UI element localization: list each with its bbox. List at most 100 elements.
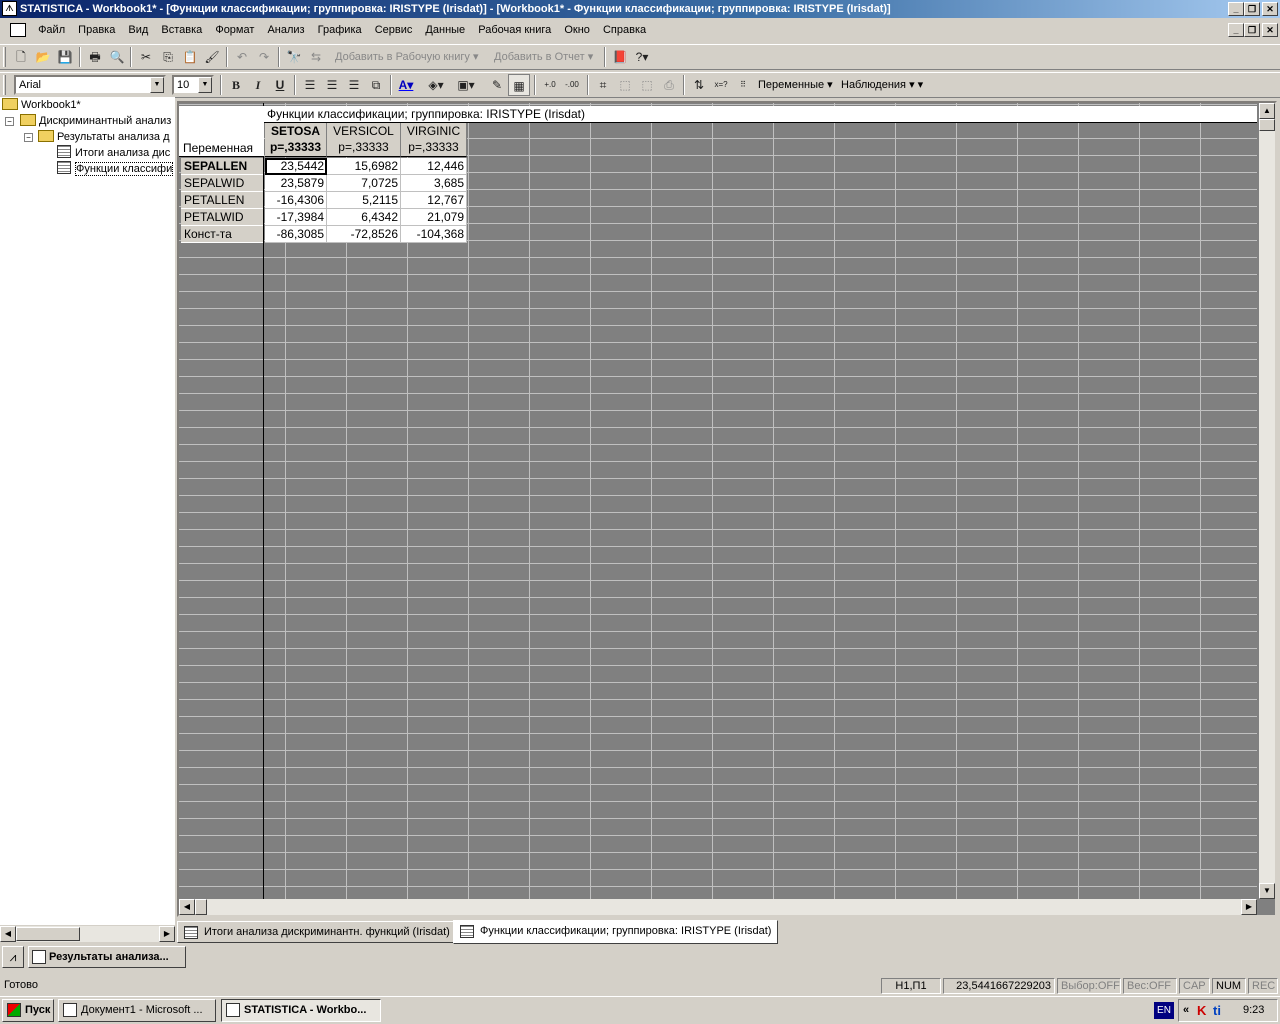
book-icon[interactable]: 📕	[609, 46, 631, 68]
table-cell[interactable]: 12,446	[401, 158, 467, 175]
underline-button[interactable]: U	[269, 74, 291, 96]
table-cell[interactable]: -16,4306	[265, 192, 327, 209]
scroll-left-icon[interactable]: ◀	[179, 899, 195, 915]
table-cell[interactable]: 15,6982	[327, 158, 401, 175]
table-cell[interactable]: 3,685	[401, 175, 467, 192]
italic-button[interactable]: I	[247, 74, 269, 96]
format-painter-icon[interactable]: 🖌	[201, 46, 223, 68]
align-left-icon[interactable]: ☰	[299, 74, 321, 96]
table-cell[interactable]: -104,368	[401, 226, 467, 243]
tree-item-classification[interactable]: Функции классифи	[57, 161, 174, 177]
task-statistica[interactable]: STATISTICA - Workbo...	[221, 999, 381, 1022]
row-header-petalwid[interactable]: PETALWID	[181, 209, 263, 226]
redo-icon[interactable]: ↷	[253, 46, 275, 68]
menu-insert[interactable]: Вставка	[156, 20, 207, 40]
marking-icon[interactable]: ✎	[486, 74, 508, 96]
collapse-icon[interactable]: −	[24, 133, 33, 142]
menu-window[interactable]: Окно	[559, 20, 595, 40]
toolbar-icon-b[interactable]: ⬚	[636, 74, 658, 96]
doc-close-button[interactable]: ✕	[1262, 23, 1278, 37]
align-right-icon[interactable]: ☰	[343, 74, 365, 96]
font-color-icon[interactable]: A▾	[395, 74, 417, 96]
vertical-scrollbar[interactable]: ▲ ▼	[1259, 103, 1275, 899]
merge-cells-icon[interactable]: ⧉	[365, 74, 387, 96]
align-center-icon[interactable]: ☰	[321, 74, 343, 96]
toolbar-icon-a[interactable]: ⬚	[614, 74, 636, 96]
print-preview-icon[interactable]: 🔍	[106, 46, 128, 68]
open-folder-icon[interactable]: 📂	[32, 46, 54, 68]
kaspersky-icon[interactable]: K	[1197, 1000, 1206, 1021]
tree-results[interactable]: Результаты анализа д	[38, 129, 170, 145]
decrease-decimal-icon[interactable]: -.00	[561, 74, 583, 96]
tab-classification[interactable]: Функции классификации; группировка: IRIS…	[453, 920, 779, 944]
table-cell[interactable]: 5,2115	[327, 192, 401, 209]
paste-icon[interactable]: 📋	[179, 46, 201, 68]
close-button[interactable]: ✕	[1262, 2, 1278, 16]
column-header-versicol[interactable]: VERSICOL p=,33333	[327, 123, 401, 157]
find-binoculars-icon[interactable]: 🔭	[283, 46, 305, 68]
tray-expand-icon[interactable]: «	[1183, 1000, 1189, 1021]
tree-item-summary[interactable]: Итоги анализа дис	[57, 145, 170, 161]
menu-data[interactable]: Данные	[420, 20, 470, 40]
spreadsheet-formula-icon[interactable]: ⠿	[732, 74, 754, 96]
menu-format[interactable]: Формат	[210, 20, 259, 40]
menu-file[interactable]: Файл	[33, 20, 70, 40]
menu-edit[interactable]: Правка	[73, 20, 120, 40]
column-header-virginic[interactable]: VIRGINIC p=,33333	[401, 123, 467, 157]
horizontal-scrollbar[interactable]: ◀ ▶	[179, 899, 1257, 915]
scroll-right-icon[interactable]: ▶	[159, 926, 175, 942]
font-select[interactable]: Arial ▼	[14, 75, 166, 95]
column-header-setosa[interactable]: SETOSA p=,33333	[265, 123, 327, 157]
minimize-button[interactable]: _	[1228, 2, 1244, 16]
tree-analysis[interactable]: Дискриминантный анализ	[20, 113, 171, 129]
table-cell[interactable]: 21,079	[401, 209, 467, 226]
new-file-icon[interactable]: 🗋	[10, 46, 32, 68]
scroll-up-icon[interactable]: ▲	[1259, 103, 1275, 119]
menu-help[interactable]: Справка	[598, 20, 651, 40]
table-cell[interactable]: -86,3085	[265, 226, 327, 243]
scroll-down-icon[interactable]: ▼	[1259, 883, 1275, 899]
table-cell[interactable]: -17,3984	[265, 209, 327, 226]
font-size-select[interactable]: 10 ▼	[172, 75, 214, 95]
cases-button[interactable]: Наблюдения ▾ ▾	[841, 78, 923, 91]
doc-minimize-button[interactable]: _	[1228, 23, 1244, 37]
statistica-app-icon[interactable]: ᗑ	[2, 1, 17, 16]
start-button[interactable]: Пуск	[2, 999, 54, 1022]
undo-icon[interactable]: ↶	[231, 46, 253, 68]
increase-decimal-icon[interactable]: +.0	[539, 74, 561, 96]
help-pointer-icon[interactable]: ?▾	[631, 46, 653, 68]
crop-icon[interactable]: ⌗	[592, 74, 614, 96]
minimized-results-window[interactable]: Результаты анализа...	[28, 946, 186, 968]
table-cell[interactable]: 23,5442	[265, 158, 327, 175]
row-header-sepallen[interactable]: SEPALLEN	[181, 158, 263, 175]
add-to-workbook-button[interactable]: Добавить в Рабочую книгу ▾	[335, 50, 479, 63]
variables-button[interactable]: Переменные ▾	[758, 78, 833, 91]
save-icon[interactable]: 💾	[54, 46, 76, 68]
toolbar-icon-c[interactable]: ⎙	[658, 74, 680, 96]
gridlines-icon[interactable]: ▦	[508, 74, 530, 96]
cut-icon[interactable]: ✂	[135, 46, 157, 68]
chevron-down-icon[interactable]: ▼	[198, 77, 212, 93]
scroll-right-icon[interactable]: ▶	[1241, 899, 1257, 915]
menu-graphics[interactable]: Графика	[313, 20, 367, 40]
row-header-sepalwid[interactable]: SEPALWID	[181, 175, 263, 192]
language-indicator[interactable]: EN	[1154, 1002, 1174, 1019]
document-control-icon[interactable]	[10, 23, 26, 37]
table-cell[interactable]: -72,8526	[327, 226, 401, 243]
toolbar-grip[interactable]	[3, 47, 6, 67]
graph-icon[interactable]: ⩘	[2, 946, 24, 968]
menu-view[interactable]: Вид	[123, 20, 153, 40]
table-cell[interactable]: 12,767	[401, 192, 467, 209]
replace-icon[interactable]: ⇆	[305, 46, 327, 68]
task-word-document[interactable]: Документ1 - Microsoft ...	[58, 999, 216, 1022]
fill-color-icon[interactable]: ◈▾	[425, 74, 447, 96]
toolbar-grip[interactable]	[3, 75, 6, 95]
sort-icon[interactable]: ⇅	[688, 74, 710, 96]
menu-workbook[interactable]: Рабочая книга	[473, 20, 556, 40]
table-cell[interactable]: 7,0725	[327, 175, 401, 192]
tree-horizontal-scrollbar[interactable]: ◀ ▶	[0, 926, 175, 942]
table-cell[interactable]: 23,5879	[265, 175, 327, 192]
menu-tools[interactable]: Сервис	[370, 20, 418, 40]
row-header-petallen[interactable]: PETALLEN	[181, 192, 263, 209]
scroll-thumb[interactable]	[195, 899, 207, 915]
